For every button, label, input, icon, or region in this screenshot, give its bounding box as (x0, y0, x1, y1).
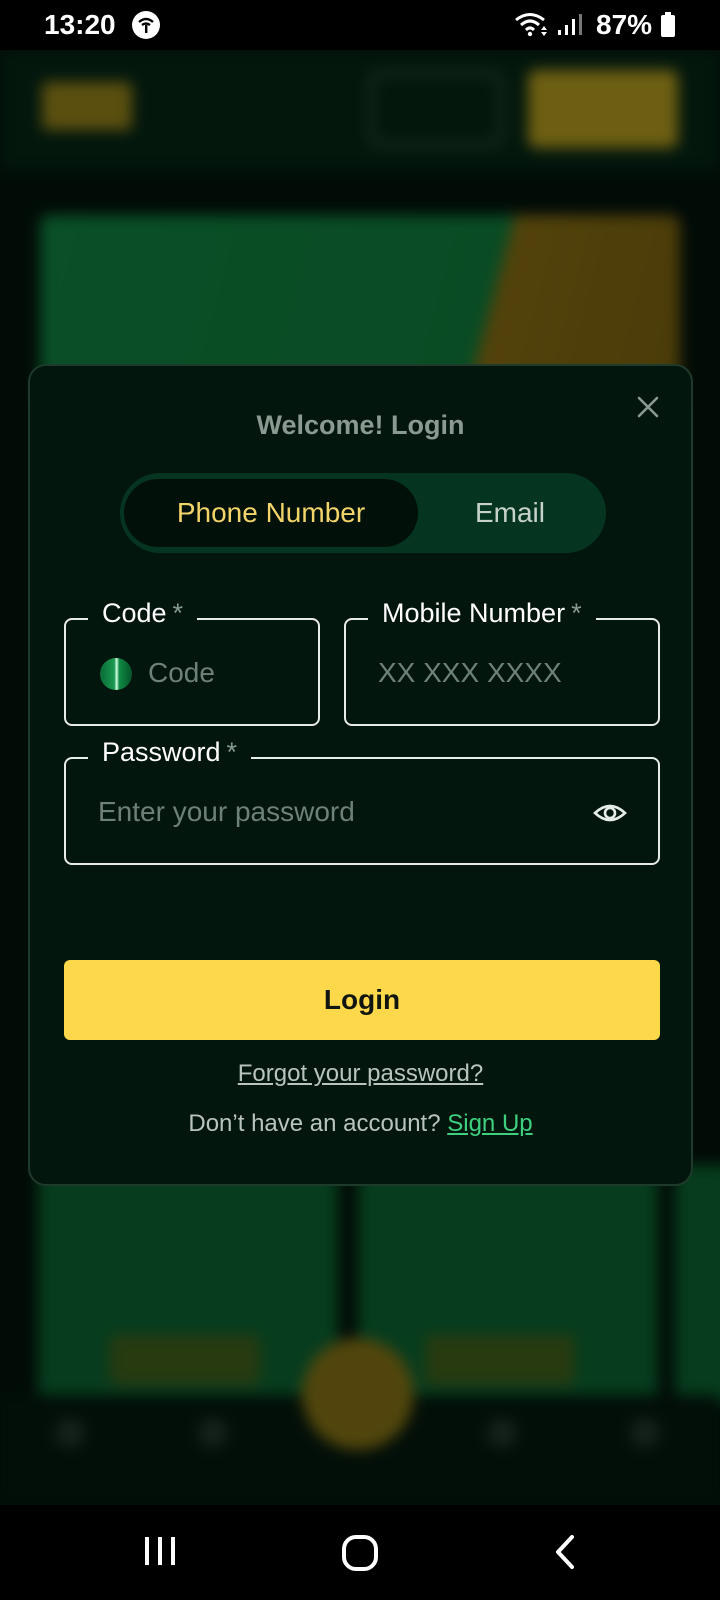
code-field[interactable]: Code * (64, 598, 320, 726)
app-notification-icon (132, 11, 160, 39)
login-method-switch: Phone Number Email (120, 473, 606, 553)
password-label: Password * (88, 737, 252, 768)
signal-icon (556, 13, 586, 42)
mobile-number-field[interactable]: Mobile Number * (344, 598, 660, 726)
screen: 13:20 87% Welcome! Login Phone Number Em… (0, 0, 720, 1600)
mobile-number-input[interactable] (378, 650, 648, 696)
eye-icon[interactable] (592, 795, 628, 831)
signup-prompt: Don’t have an account? Sign Up (30, 1110, 691, 1138)
code-input[interactable] (148, 650, 308, 696)
password-field[interactable]: Password * (64, 737, 660, 865)
country-flag-icon[interactable] (100, 658, 132, 690)
code-label: Code * (88, 598, 198, 629)
system-nav-bar (0, 1505, 720, 1600)
password-input[interactable] (98, 789, 568, 835)
battery-icon (661, 12, 675, 37)
mobile-number-label: Mobile Number * (368, 598, 596, 629)
wifi-icon (514, 12, 550, 43)
status-bar: 13:20 87% (0, 0, 720, 50)
tab-email[interactable]: Email (418, 479, 602, 547)
no-account-text: Don’t have an account? (188, 1110, 441, 1137)
login-button[interactable]: Login (64, 960, 660, 1040)
forgot-password-link[interactable]: Forgot your password? (30, 1060, 691, 1088)
back-icon[interactable] (550, 1533, 580, 1576)
sign-up-link[interactable]: Sign Up (447, 1110, 532, 1137)
tab-phone-number[interactable]: Phone Number (124, 479, 418, 547)
status-time: 13:20 (44, 9, 116, 40)
home-icon[interactable] (340, 1533, 380, 1578)
battery-percent: 87% (596, 9, 653, 40)
recents-icon[interactable] (142, 1533, 178, 1574)
modal-title: Welcome! Login (256, 410, 465, 440)
login-modal: Welcome! Login Phone Number Email Code * … (28, 364, 693, 1186)
